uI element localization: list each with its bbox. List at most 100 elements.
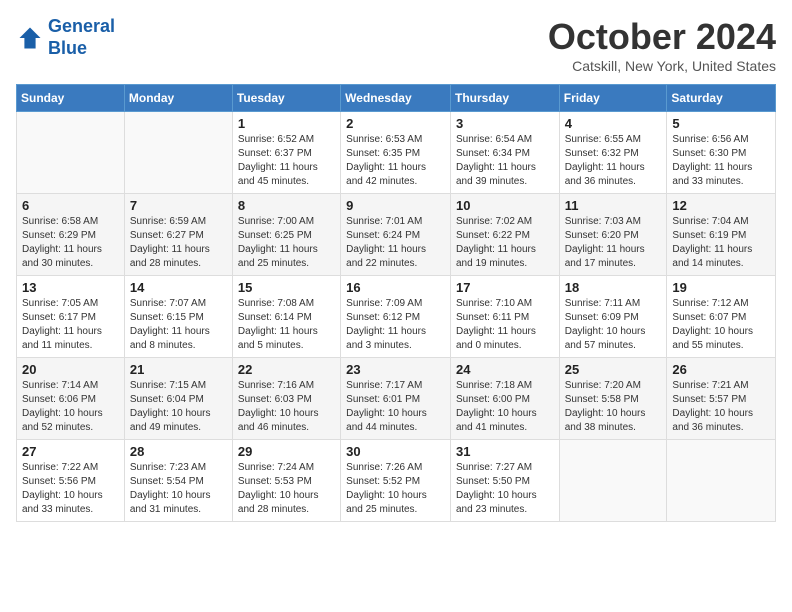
day-number: 6 (22, 198, 119, 213)
month-title: October 2024 (548, 16, 776, 58)
day-info: Sunrise: 6:53 AM Sunset: 6:35 PM Dayligh… (346, 133, 445, 189)
day-info: Sunrise: 7:20 AM Sunset: 5:58 PM Dayligh… (565, 379, 662, 435)
calendar-cell: 29Sunrise: 7:24 AM Sunset: 5:53 PM Dayli… (232, 440, 340, 522)
day-info: Sunrise: 7:01 AM Sunset: 6:24 PM Dayligh… (346, 215, 445, 271)
calendar-cell (124, 112, 232, 194)
day-info: Sunrise: 7:23 AM Sunset: 5:54 PM Dayligh… (130, 461, 227, 517)
logo-text: GeneralBlue (48, 16, 115, 59)
day-info: Sunrise: 7:05 AM Sunset: 6:17 PM Dayligh… (22, 297, 119, 353)
day-info: Sunrise: 7:14 AM Sunset: 6:06 PM Dayligh… (22, 379, 119, 435)
day-info: Sunrise: 7:11 AM Sunset: 6:09 PM Dayligh… (565, 297, 662, 353)
calendar-week: 13 Sunrise: 7:05 AM Sunset: 6:17 PM Dayli… (17, 276, 776, 358)
day-number: 8 (238, 198, 335, 213)
day-number: 16 (346, 280, 445, 295)
day-info: Sunrise: 6:55 AM Sunset: 6:32 PM Dayligh… (565, 133, 662, 189)
calendar-cell: 14 Sunrise: 7:07 AM Sunset: 6:15 PM Dayli… (124, 276, 232, 358)
calendar-table: SundayMondayTuesdayWednesdayThursdayFrid… (16, 84, 776, 522)
day-info: Sunrise: 6:58 AM Sunset: 6:29 PM Dayligh… (22, 215, 119, 271)
day-info: Sunrise: 7:18 AM Sunset: 6:00 PM Dayligh… (456, 379, 554, 435)
day-number: 2 (346, 116, 445, 131)
calendar-cell: 17Sunrise: 7:10 AM Sunset: 6:11 PM Dayli… (450, 276, 559, 358)
header-day: Thursday (450, 85, 559, 112)
day-number: 4 (565, 116, 662, 131)
calendar-cell: 23 Sunrise: 7:17 AM Sunset: 6:01 PM Dayli… (341, 358, 451, 440)
day-info: Sunrise: 6:59 AM Sunset: 6:27 PM Dayligh… (130, 215, 227, 271)
location: Catskill, New York, United States (548, 58, 776, 74)
calendar-cell: 28 Sunrise: 7:23 AM Sunset: 5:54 PM Dayli… (124, 440, 232, 522)
day-number: 13 (22, 280, 119, 295)
day-number: 11 (565, 198, 662, 213)
calendar-cell: 19 Sunrise: 7:12 AM Sunset: 6:07 PM Dayli… (667, 276, 776, 358)
calendar-cell: 21Sunrise: 7:15 AM Sunset: 6:04 PM Dayli… (124, 358, 232, 440)
calendar-cell: 25 Sunrise: 7:20 AM Sunset: 5:58 PM Dayli… (559, 358, 667, 440)
day-info: Sunrise: 7:12 AM Sunset: 6:07 PM Dayligh… (672, 297, 770, 353)
day-number: 7 (130, 198, 227, 213)
day-number: 3 (456, 116, 554, 131)
calendar-cell: 9 Sunrise: 7:01 AM Sunset: 6:24 PM Daylig… (341, 194, 451, 276)
calendar-cell: 3 Sunrise: 6:54 AM Sunset: 6:34 PM Daylig… (450, 112, 559, 194)
calendar-cell: 10Sunrise: 7:02 AM Sunset: 6:22 PM Dayli… (450, 194, 559, 276)
calendar-cell (17, 112, 125, 194)
day-info: Sunrise: 7:03 AM Sunset: 6:20 PM Dayligh… (565, 215, 662, 271)
day-info: Sunrise: 6:52 AM Sunset: 6:37 PM Dayligh… (238, 133, 335, 189)
day-number: 15 (238, 280, 335, 295)
header-day: Saturday (667, 85, 776, 112)
day-number: 28 (130, 444, 227, 459)
calendar-week: 6 Sunrise: 6:58 AM Sunset: 6:29 PM Daylig… (17, 194, 776, 276)
day-number: 26 (672, 362, 770, 377)
calendar-cell: 20 Sunrise: 7:14 AM Sunset: 6:06 PM Dayli… (17, 358, 125, 440)
calendar-cell: 15 Sunrise: 7:08 AM Sunset: 6:14 PM Dayli… (232, 276, 340, 358)
header-day: Friday (559, 85, 667, 112)
day-number: 14 (130, 280, 227, 295)
day-info: Sunrise: 7:24 AM Sunset: 5:53 PM Dayligh… (238, 461, 335, 517)
day-number: 9 (346, 198, 445, 213)
calendar-cell: 13 Sunrise: 7:05 AM Sunset: 6:17 PM Dayli… (17, 276, 125, 358)
day-info: Sunrise: 7:17 AM Sunset: 6:01 PM Dayligh… (346, 379, 445, 435)
calendar-cell: 6 Sunrise: 6:58 AM Sunset: 6:29 PM Daylig… (17, 194, 125, 276)
day-number: 20 (22, 362, 119, 377)
day-info: Sunrise: 6:56 AM Sunset: 6:30 PM Dayligh… (672, 133, 770, 189)
calendar-cell: 16 Sunrise: 7:09 AM Sunset: 6:12 PM Dayli… (341, 276, 451, 358)
title-block: October 2024 Catskill, New York, United … (548, 16, 776, 74)
logo: GeneralBlue (16, 16, 115, 59)
calendar-cell: 26 Sunrise: 7:21 AM Sunset: 5:57 PM Dayli… (667, 358, 776, 440)
day-number: 18 (565, 280, 662, 295)
calendar-week: 1Sunrise: 6:52 AM Sunset: 6:37 PM Daylig… (17, 112, 776, 194)
day-info: Sunrise: 7:09 AM Sunset: 6:12 PM Dayligh… (346, 297, 445, 353)
calendar-cell (559, 440, 667, 522)
calendar-cell: 12Sunrise: 7:04 AM Sunset: 6:19 PM Dayli… (667, 194, 776, 276)
header-day: Monday (124, 85, 232, 112)
day-number: 19 (672, 280, 770, 295)
calendar-cell: 24 Sunrise: 7:18 AM Sunset: 6:00 PM Dayli… (450, 358, 559, 440)
page-header: GeneralBlue October 2024 Catskill, New Y… (16, 16, 776, 74)
day-number: 5 (672, 116, 770, 131)
calendar-header: SundayMondayTuesdayWednesdayThursdayFrid… (17, 85, 776, 112)
calendar-cell: 8 Sunrise: 7:00 AM Sunset: 6:25 PM Daylig… (232, 194, 340, 276)
calendar-cell: 11 Sunrise: 7:03 AM Sunset: 6:20 PM Dayli… (559, 194, 667, 276)
day-info: Sunrise: 7:27 AM Sunset: 5:50 PM Dayligh… (456, 461, 554, 517)
calendar-cell: 5 Sunrise: 6:56 AM Sunset: 6:30 PM Daylig… (667, 112, 776, 194)
calendar-cell: 1Sunrise: 6:52 AM Sunset: 6:37 PM Daylig… (232, 112, 340, 194)
calendar-cell: 18 Sunrise: 7:11 AM Sunset: 6:09 PM Dayli… (559, 276, 667, 358)
day-info: Sunrise: 7:22 AM Sunset: 5:56 PM Dayligh… (22, 461, 119, 517)
day-info: Sunrise: 7:08 AM Sunset: 6:14 PM Dayligh… (238, 297, 335, 353)
day-info: Sunrise: 7:26 AM Sunset: 5:52 PM Dayligh… (346, 461, 445, 517)
calendar-body: 1Sunrise: 6:52 AM Sunset: 6:37 PM Daylig… (17, 112, 776, 522)
day-number: 25 (565, 362, 662, 377)
day-number: 12 (672, 198, 770, 213)
day-info: Sunrise: 7:21 AM Sunset: 5:57 PM Dayligh… (672, 379, 770, 435)
day-info: Sunrise: 7:07 AM Sunset: 6:15 PM Dayligh… (130, 297, 227, 353)
logo-icon (16, 24, 44, 52)
day-info: Sunrise: 7:10 AM Sunset: 6:11 PM Dayligh… (456, 297, 554, 353)
day-number: 27 (22, 444, 119, 459)
day-info: Sunrise: 6:54 AM Sunset: 6:34 PM Dayligh… (456, 133, 554, 189)
calendar-cell: 4 Sunrise: 6:55 AM Sunset: 6:32 PM Daylig… (559, 112, 667, 194)
day-number: 31 (456, 444, 554, 459)
day-info: Sunrise: 7:00 AM Sunset: 6:25 PM Dayligh… (238, 215, 335, 271)
day-info: Sunrise: 7:15 AM Sunset: 6:04 PM Dayligh… (130, 379, 227, 435)
day-number: 23 (346, 362, 445, 377)
day-info: Sunrise: 7:02 AM Sunset: 6:22 PM Dayligh… (456, 215, 554, 271)
day-number: 24 (456, 362, 554, 377)
day-number: 30 (346, 444, 445, 459)
calendar-cell: 2 Sunrise: 6:53 AM Sunset: 6:35 PM Daylig… (341, 112, 451, 194)
